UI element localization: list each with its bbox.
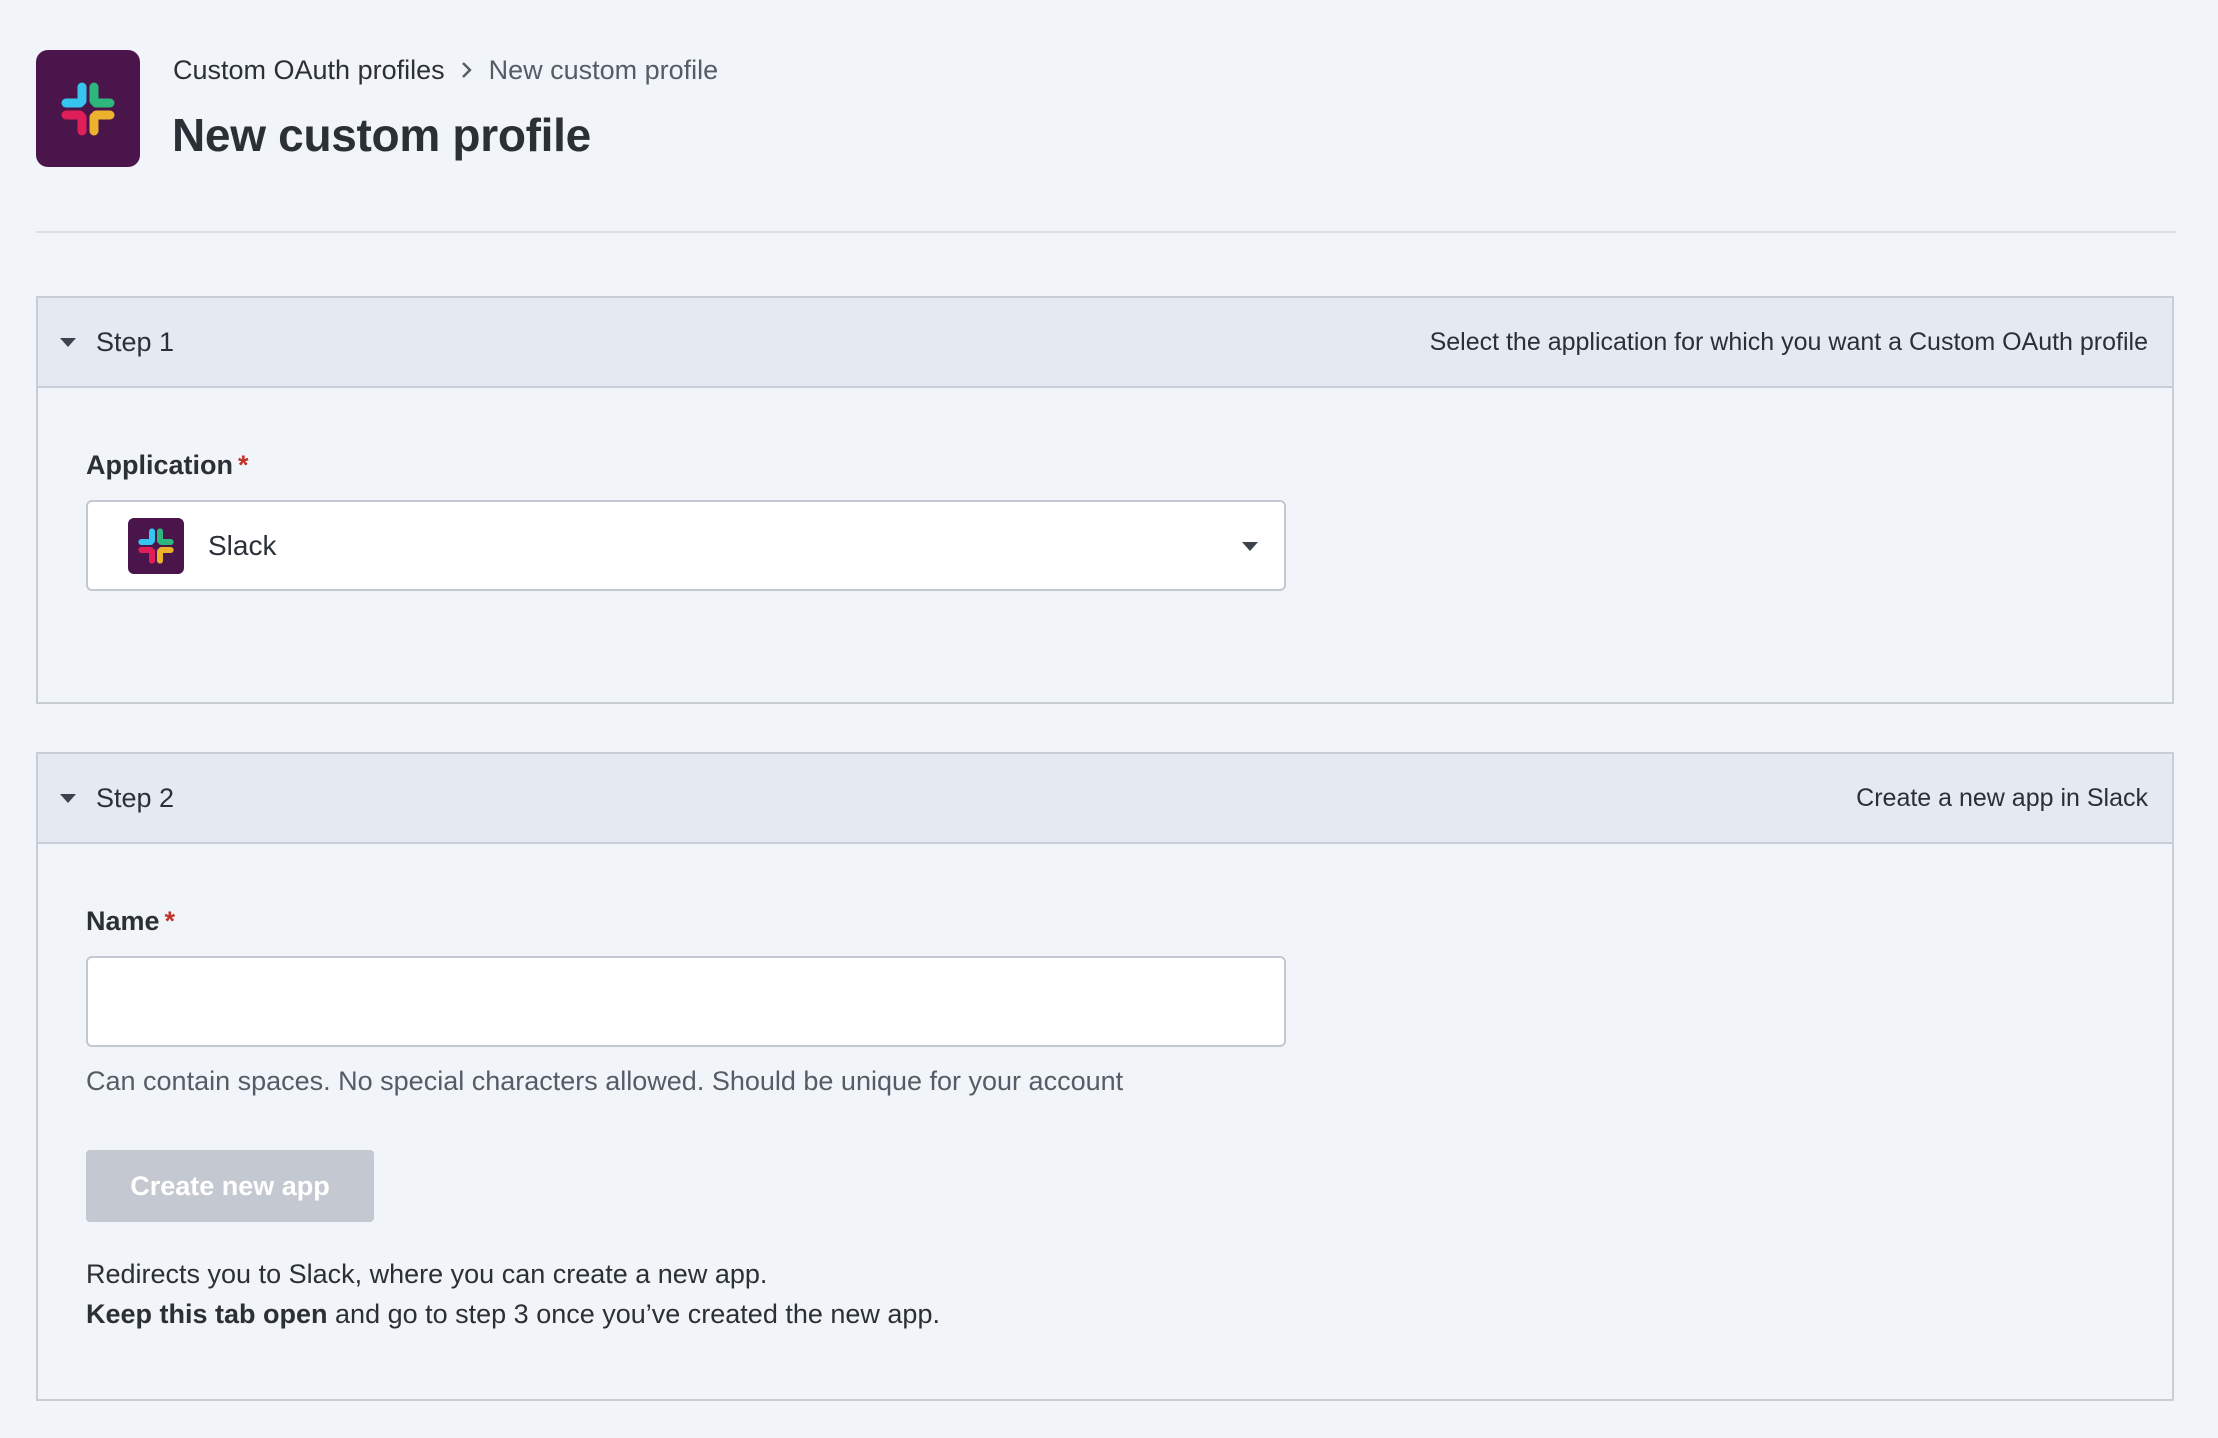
breadcrumb-link-custom-oauth-profiles[interactable]: Custom OAuth profiles xyxy=(173,55,445,86)
breadcrumb: Custom OAuth profiles New custom profile xyxy=(173,52,718,88)
header-divider xyxy=(36,231,2176,233)
chevron-right-icon xyxy=(461,62,472,78)
step-2-title: Step 2 xyxy=(96,782,175,813)
application-label: Application * xyxy=(86,450,249,481)
name-label: Name * xyxy=(86,906,175,937)
caret-down-icon xyxy=(60,337,76,347)
slack-logo-icon xyxy=(36,50,140,167)
application-label-text: Application xyxy=(86,450,233,480)
application-select[interactable]: Slack xyxy=(86,500,1286,591)
create-new-app-button[interactable]: Create new app xyxy=(86,1150,374,1222)
step-2-description: Create a new app in Slack xyxy=(1856,783,2148,812)
required-mark: * xyxy=(164,906,176,936)
step-1-panel: Step 1 Select the application for which … xyxy=(36,296,2174,704)
step-2-panel: Step 2 Create a new app in Slack Name * C… xyxy=(36,752,2174,1401)
required-mark: * xyxy=(238,450,249,480)
step-1-header[interactable]: Step 1 Select the application for which … xyxy=(38,298,2172,388)
application-select-value: Slack xyxy=(208,529,277,561)
page: Custom OAuth profiles New custom profile… xyxy=(0,0,2218,1438)
redirect-note: Redirects you to Slack, where you can cr… xyxy=(86,1254,940,1334)
step-1-header-left: Step 1 xyxy=(60,327,174,358)
name-input[interactable] xyxy=(86,956,1286,1047)
step-1-title: Step 1 xyxy=(96,326,175,357)
step-2-header[interactable]: Step 2 Create a new app in Slack xyxy=(38,754,2172,844)
redirect-note-emphasis: Keep this tab open xyxy=(86,1299,328,1329)
redirect-note-rest: and go to step 3 once you’ve created the… xyxy=(327,1299,940,1329)
slack-logo-icon xyxy=(128,517,184,574)
name-help-text: Can contain spaces. No special character… xyxy=(86,1066,1124,1096)
redirect-note-line-1: Redirects you to Slack, where you can cr… xyxy=(86,1259,768,1289)
caret-down-icon xyxy=(1242,542,1258,551)
page-title: New custom profile xyxy=(172,109,591,161)
name-label-text: Name xyxy=(86,906,160,936)
step-2-header-left: Step 2 xyxy=(60,783,174,814)
caret-down-icon xyxy=(60,793,76,803)
step-1-description: Select the application for which you wan… xyxy=(1429,327,2148,356)
redirect-note-line-2: Keep this tab open and go to step 3 once… xyxy=(86,1294,940,1334)
breadcrumb-current: New custom profile xyxy=(488,54,719,85)
